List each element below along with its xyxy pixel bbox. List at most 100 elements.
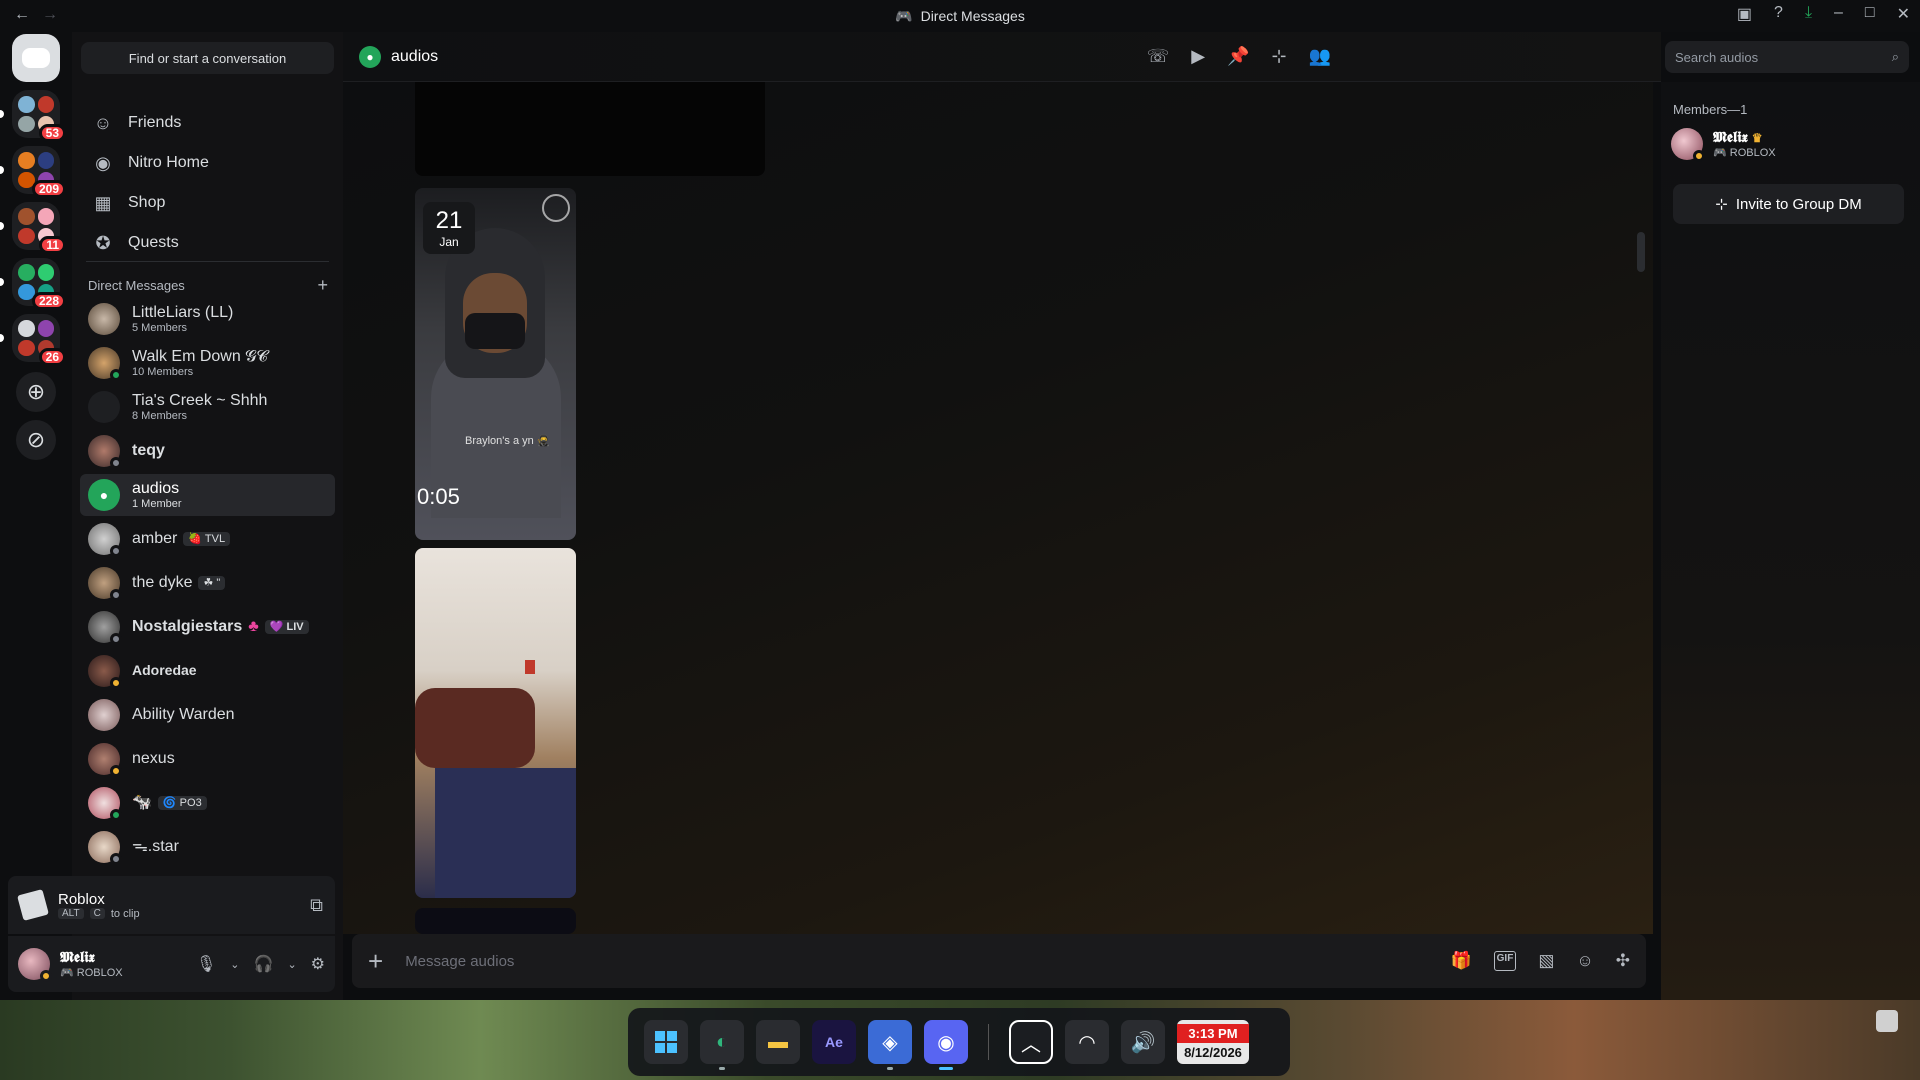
roblox-icon: ◈ (882, 1031, 898, 1054)
sticker-icon[interactable]: ▧ (1538, 951, 1554, 971)
plus-icon: ⊕ (26, 379, 46, 404)
apps-icon[interactable]: ✣ (1616, 951, 1630, 971)
dm-item[interactable]: Tia's Creek ~ Shhh 8 Members (80, 386, 335, 428)
dm-item[interactable]: nexus (80, 738, 335, 780)
back-arrow-icon[interactable]: ← (14, 6, 30, 24)
nav-quests[interactable]: ✪ Quests (80, 224, 335, 262)
discover-button[interactable]: ⊘ (16, 420, 56, 460)
search-input[interactable]: Search audios ⌕ (1665, 41, 1909, 73)
dm-item[interactable]: Adoredae (80, 650, 335, 692)
dm-item[interactable]: Walk Em Down 𝓖𝓒 10 Members (80, 342, 335, 384)
add-server-button[interactable]: ⊕ (16, 372, 56, 412)
dm-item[interactable]: ᯓ.star (80, 826, 335, 868)
shop-icon: ▦ (94, 192, 112, 213)
clan-tag: 💜 LIV (264, 619, 309, 635)
search-icon: ⌕ (1891, 49, 1899, 64)
find-conversation-button[interactable]: Find or start a conversation (81, 42, 334, 74)
dm-name: 🐄 🌀 PO3 (132, 794, 207, 812)
clock[interactable]: 3:13 PM 8/12/2026 (1177, 1020, 1249, 1064)
nav-nitro-home[interactable]: ◉ Nitro Home (80, 144, 335, 182)
maximize-icon[interactable]: □ (1865, 4, 1875, 24)
discord-app[interactable]: ◉ (924, 1020, 968, 1070)
server-folder-1[interactable]: 53 (0, 90, 66, 142)
nitro-icon: ◉ (95, 152, 111, 173)
home-dm-button[interactable] (12, 34, 60, 82)
download-icon[interactable]: ⤓ (1805, 4, 1812, 24)
video-attachment[interactable] (415, 908, 576, 934)
server-folder-2[interactable]: 209 (0, 146, 66, 198)
inbox-icon[interactable]: ▣ (1737, 4, 1752, 24)
create-dm-plus-icon[interactable]: + (317, 275, 328, 296)
clover-icon: ♣ (248, 618, 259, 636)
gif-icon[interactable]: GIF (1493, 951, 1517, 971)
chevron-down-icon[interactable]: ⌄ (287, 958, 296, 971)
message-list[interactable]: 21 Jan Braylon's a yn 🥷 0:05 (343, 82, 1653, 934)
media-attachment[interactable] (415, 82, 765, 176)
history-nav: ← → (14, 6, 58, 24)
member-list-icon[interactable]: 👥 (1309, 46, 1331, 67)
avatar (88, 611, 122, 645)
dm-item[interactable]: 🐄 🌀 PO3 (80, 782, 335, 824)
gift-icon[interactable]: 🎁 (1450, 951, 1471, 971)
after-effects-icon: Ae (825, 1034, 843, 1050)
gear-icon[interactable]: ⚙ (311, 954, 325, 974)
close-icon[interactable]: ✕ (1897, 4, 1910, 24)
edge-app[interactable]: ◐ (700, 1020, 744, 1070)
unread-pill (0, 334, 4, 342)
select-circle-icon[interactable] (542, 194, 570, 222)
scrollbar-thumb[interactable] (1637, 232, 1645, 272)
message-composer: + Message audios 🎁 GIF ▧ ☺ ✣ (352, 934, 1646, 988)
help-icon[interactable]: ? (1774, 4, 1783, 24)
dm-sidebar: Find or start a conversation ☺ Friends ◉… (72, 32, 343, 1000)
tray-overflow-button[interactable]: ︿ (1009, 1020, 1053, 1064)
avatar (88, 787, 122, 821)
server-folder-5[interactable]: 26 (0, 314, 66, 366)
dm-item[interactable]: amber 🍓 TVL (80, 518, 335, 560)
file-explorer-app[interactable]: ▬ (756, 1020, 800, 1064)
invite-to-group-button[interactable]: ⊹ Invite to Group DM (1673, 184, 1904, 224)
dm-item[interactable]: the dyke ☘ " (80, 562, 335, 604)
server-folder-3[interactable]: 11 (0, 202, 66, 254)
video-call-icon[interactable]: ▶ (1191, 46, 1205, 67)
video-attachment[interactable]: 21 Jan Braylon's a yn 🥷 0:05 (415, 188, 576, 540)
clip-hint: ALT Cto clip (58, 908, 140, 920)
member-item[interactable]: 𝕸𝖊𝖑𝖎𝖝 ♛ 🎮 ROBLOX (1671, 128, 1776, 162)
server-folder-4[interactable]: 228 (0, 258, 66, 310)
unread-pill (0, 110, 4, 118)
dm-item[interactable]: Nostalgiestars ♣ 💜 LIV (80, 606, 335, 648)
add-friends-icon[interactable]: ⊹ (1271, 46, 1286, 67)
unread-pill (0, 222, 4, 230)
video-attachment[interactable] (415, 548, 576, 898)
stream-icon[interactable]: ⧉ (310, 895, 323, 916)
forward-arrow-icon[interactable]: → (42, 6, 58, 24)
wifi-button[interactable]: ◠ (1065, 1020, 1109, 1064)
pin-icon[interactable]: 📌 (1227, 46, 1249, 67)
user-avatar[interactable] (18, 948, 52, 982)
dm-item[interactable]: Ability Warden (80, 694, 335, 736)
minimize-icon[interactable]: – (1834, 4, 1843, 24)
dm-item-audios[interactable]: ● audios 1 Member (80, 474, 335, 516)
dm-item[interactable]: teqy (80, 430, 335, 472)
mention-badge: 11 (39, 236, 66, 254)
emoji-icon[interactable]: ☺ (1576, 951, 1593, 971)
crown-icon: ♛ (1751, 130, 1763, 145)
discord-logo-icon: 🎮 (895, 7, 913, 24)
message-input[interactable]: Message audios (405, 953, 1428, 970)
start-button[interactable] (644, 1020, 688, 1064)
microphone-icon[interactable]: 🎙 (196, 954, 216, 974)
voice-call-icon[interactable]: ☏ (1147, 46, 1170, 67)
headphones-icon[interactable]: 🎧 (254, 954, 274, 974)
upload-plus-icon[interactable]: + (368, 946, 383, 977)
dm-item[interactable]: LittleLiars (LL) 5 Members (80, 298, 335, 340)
roblox-app[interactable]: ◈ (868, 1020, 912, 1070)
after-effects-app[interactable]: Ae (812, 1020, 856, 1064)
nav-friends[interactable]: ☺ Friends (80, 104, 335, 142)
volume-button[interactable]: 🔊 (1121, 1020, 1165, 1064)
unread-pill (0, 166, 4, 174)
group-icon: ● (359, 45, 381, 68)
chevron-down-icon[interactable]: ⌄ (230, 958, 239, 971)
windows-logo-icon (655, 1031, 677, 1053)
activity-panel: Roblox ALT Cto clip ⧉ (8, 876, 335, 934)
nav-shop[interactable]: ▦ Shop (80, 184, 335, 222)
notification-icon[interactable] (1876, 1010, 1898, 1032)
